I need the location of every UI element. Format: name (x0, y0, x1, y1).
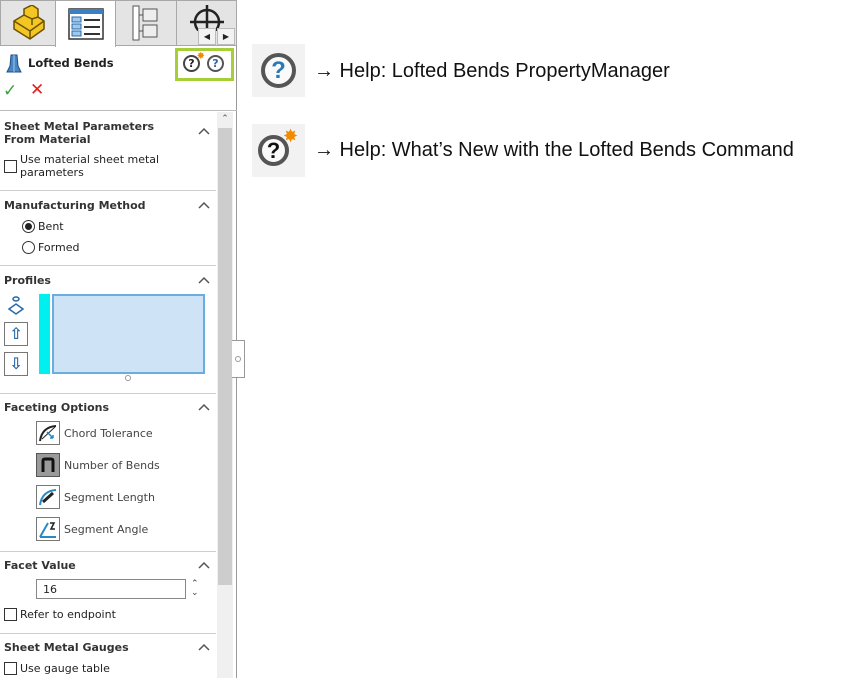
section-title-method: Manufacturing Method (4, 199, 146, 212)
use-material-parameters-label: Use material sheet metal parameters (20, 153, 160, 179)
chevron-up-icon[interactable] (198, 402, 210, 412)
number-of-bends-icon (41, 457, 55, 472)
section-title-gauges: Sheet Metal Gauges (4, 641, 129, 654)
property-manager-panel: ◀ ▶ Lofted Bends ? ✸ ? ✓ ✕ ⌃ Sheet Metal … (0, 0, 245, 678)
legend-whats-new-icon-tile: ? ✸ (252, 124, 305, 177)
legend-whats-new-text: → Help: What’s New with the Lofted Bends… (314, 139, 794, 161)
chevron-up-icon[interactable] (198, 642, 210, 652)
number-of-bends-button[interactable] (36, 453, 60, 477)
section-title-facet-value: Facet Value (4, 559, 76, 572)
cancel-button[interactable]: ✕ (30, 80, 44, 100)
whats-new-help-button[interactable]: ? ✸ (183, 51, 205, 72)
panel-title: Lofted Bends (28, 56, 114, 70)
help-icon: ? (261, 53, 296, 88)
move-down-button[interactable]: ⇩ (4, 352, 28, 376)
chord-tolerance-label: Chord Tolerance (64, 427, 153, 440)
chevron-up-icon[interactable] (198, 200, 210, 210)
facet-value-input[interactable]: 16 (36, 579, 186, 599)
section-title-material: Sheet Metal Parameters From Material (4, 120, 155, 146)
refer-to-endpoint-checkbox[interactable] (4, 608, 17, 621)
chevron-up-icon[interactable] (198, 275, 210, 285)
resize-grip[interactable] (125, 375, 131, 381)
use-material-parameters-checkbox[interactable] (4, 160, 17, 173)
legend-help-icon-tile: ? (252, 44, 305, 97)
segment-length-icon (39, 489, 57, 506)
move-up-button[interactable]: ⇧ (4, 322, 28, 346)
number-of-bends-label: Number of Bends (64, 459, 160, 472)
profile-select-icon (8, 296, 24, 315)
segment-angle-button[interactable] (36, 517, 60, 541)
section-title-faceting: Faceting Options (4, 401, 110, 414)
segment-length-button[interactable] (36, 485, 60, 509)
sparkle-icon: ✸ (196, 51, 205, 62)
segment-angle-icon (39, 522, 56, 538)
tab-configuration-manager[interactable] (115, 0, 177, 46)
scrollbar-thumb[interactable] (218, 128, 232, 585)
scroll-up-button[interactable]: ⌃ (217, 114, 233, 126)
chevron-up-icon[interactable] (198, 560, 210, 570)
tab-property-manager[interactable] (55, 0, 116, 47)
profiles-list-marker (39, 294, 50, 374)
section-title-profiles: Profiles (4, 274, 51, 287)
chord-tolerance-icon (39, 425, 57, 442)
configuration-tree-icon (132, 5, 158, 41)
tab-scroll-left-button[interactable]: ◀ (198, 28, 216, 45)
legend-help-text: → Help: Lofted Bends PropertyManager (314, 60, 670, 82)
radio-formed-label: Formed (38, 241, 80, 254)
scrollbar[interactable]: ⌃ (217, 112, 233, 678)
radio-formed[interactable] (22, 241, 35, 254)
header-divider (0, 110, 237, 111)
radio-bent[interactable] (22, 220, 35, 233)
part-icon (13, 5, 45, 40)
radio-bent-label: Bent (38, 220, 64, 233)
ok-button[interactable]: ✓ (3, 81, 17, 101)
splitter-handle[interactable] (232, 340, 245, 378)
use-gauge-table-label: Use gauge table (20, 662, 110, 675)
chevron-up-icon[interactable] (198, 126, 210, 136)
help-button[interactable]: ? (207, 55, 224, 72)
segment-length-label: Segment Length (64, 491, 155, 504)
use-gauge-table-checkbox[interactable] (4, 662, 17, 675)
refer-to-endpoint-label: Refer to endpoint (20, 608, 116, 621)
chord-tolerance-button[interactable] (36, 421, 60, 445)
segment-angle-label: Segment Angle (64, 523, 149, 536)
lofted-bends-icon (6, 54, 22, 73)
tab-scroll-right-button[interactable]: ▶ (217, 28, 235, 45)
facet-value-spinner[interactable]: ⌃ ⌄ (191, 580, 199, 598)
property-list-icon (67, 8, 104, 40)
profiles-list[interactable] (52, 294, 205, 374)
tab-feature-manager[interactable] (0, 0, 56, 46)
sparkle-icon: ✸ (283, 126, 299, 147)
